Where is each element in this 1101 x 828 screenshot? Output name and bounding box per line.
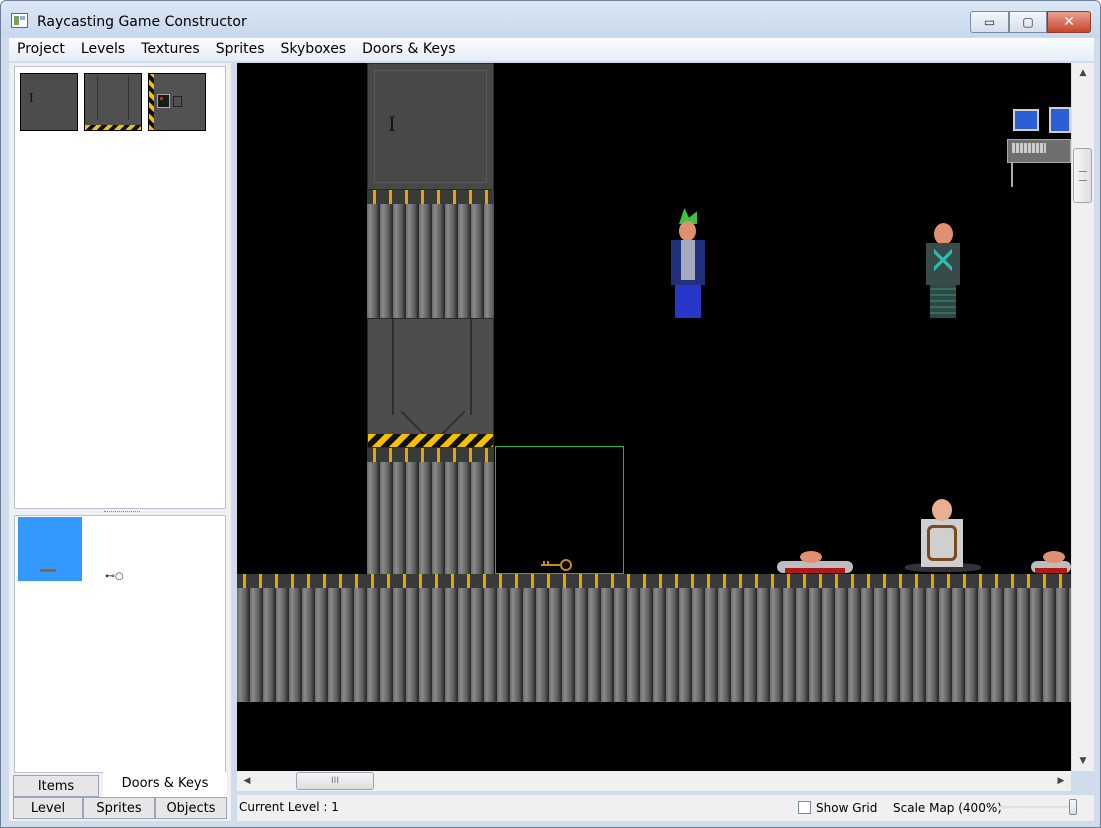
npc-tied-sprite[interactable] bbox=[905, 499, 981, 574]
npc-punk-sprite[interactable] bbox=[665, 208, 711, 318]
door-plate-icon[interactable] bbox=[20, 73, 78, 131]
scroll-down-icon[interactable]: ▼ bbox=[1072, 751, 1094, 771]
tab-doors-keys[interactable]: Doors & Keys bbox=[103, 772, 227, 797]
menu-project[interactable]: Project bbox=[9, 38, 73, 61]
tab-objects[interactable]: Objects bbox=[155, 797, 227, 819]
chevron-door-icon[interactable] bbox=[84, 73, 142, 131]
maximize-button[interactable]: ▢ bbox=[1009, 11, 1047, 33]
horizontal-scrollbar[interactable]: ◀ III ▶ bbox=[237, 771, 1071, 791]
door-plate-tile[interactable]: I bbox=[367, 63, 494, 190]
scale-map-label: Scale Map (400%) bbox=[893, 801, 1002, 815]
menu-sprites[interactable]: Sprites bbox=[208, 38, 273, 61]
scroll-right-icon[interactable]: ▶ bbox=[1051, 771, 1071, 791]
tab-items[interactable]: Items bbox=[13, 775, 99, 797]
minimize-button[interactable]: ▭ bbox=[970, 11, 1009, 33]
key-icon[interactable]: ⊷○ bbox=[105, 571, 124, 582]
key-list: ⊷○ bbox=[14, 515, 226, 773]
current-level-label: Current Level : 1 bbox=[239, 800, 339, 814]
app-window: Raycasting Game Constructor ▭ ▢ ✕ Projec… bbox=[0, 0, 1101, 828]
chevron-door-tile[interactable] bbox=[367, 318, 494, 448]
left-panel: ⊷○ Items Doors & Keys Level Sprites Obje… bbox=[9, 63, 231, 821]
key-item-selected[interactable] bbox=[18, 517, 82, 581]
menu-doors-keys[interactable]: Doors & Keys bbox=[354, 38, 463, 61]
vertical-scroll-thumb[interactable] bbox=[1073, 148, 1092, 203]
menu-textures[interactable]: Textures bbox=[133, 38, 208, 61]
computer-terminal-sprite[interactable] bbox=[1005, 107, 1071, 187]
door-texture-list bbox=[14, 66, 226, 509]
tab-sprites[interactable]: Sprites bbox=[83, 797, 155, 819]
vertical-scrollbar[interactable]: ▲ ▼ bbox=[1071, 63, 1094, 771]
tab-level[interactable]: Level bbox=[13, 797, 83, 819]
window-title: Raycasting Game Constructor bbox=[37, 14, 247, 30]
status-bar: Current Level : 1 Show Grid Scale Map (4… bbox=[237, 795, 1094, 821]
close-button[interactable]: ✕ bbox=[1047, 11, 1091, 33]
hazard-panel-door-icon[interactable] bbox=[148, 73, 206, 131]
key-sprite-icon[interactable] bbox=[540, 558, 574, 572]
horizontal-scroll-thumb[interactable]: III bbox=[296, 772, 374, 790]
app-icon bbox=[11, 13, 28, 28]
title-bar: Raycasting Game Constructor ▭ ▢ ✕ bbox=[1, 1, 1100, 37]
tab-row-bottom: Level Sprites Objects bbox=[13, 797, 227, 819]
corpse-sprite[interactable] bbox=[777, 551, 853, 573]
wall-row[interactable] bbox=[237, 574, 1071, 702]
show-grid-checkbox[interactable] bbox=[798, 801, 811, 814]
wall-tile[interactable] bbox=[367, 190, 494, 318]
selection-box bbox=[495, 446, 624, 574]
scroll-up-icon[interactable]: ▲ bbox=[1072, 63, 1094, 83]
menu-skyboxes[interactable]: Skyboxes bbox=[273, 38, 355, 61]
corpse-sprite[interactable] bbox=[1031, 551, 1071, 573]
menu-levels[interactable]: Levels bbox=[73, 38, 133, 61]
menu-bar: Project Levels Textures Sprites Skyboxes… bbox=[9, 38, 1094, 61]
scale-map-slider[interactable] bbox=[997, 799, 1077, 817]
show-grid-label[interactable]: Show Grid bbox=[816, 801, 877, 815]
scroll-left-icon[interactable]: ◀ bbox=[237, 771, 257, 791]
slider-knob[interactable] bbox=[1069, 799, 1077, 815]
wall-tile[interactable] bbox=[367, 448, 494, 574]
npc-bald-sprite[interactable] bbox=[920, 223, 966, 318]
key-icon bbox=[40, 569, 56, 572]
level-map-canvas[interactable]: I bbox=[237, 63, 1071, 771]
tab-row-top: Items Doors & Keys bbox=[13, 772, 227, 797]
